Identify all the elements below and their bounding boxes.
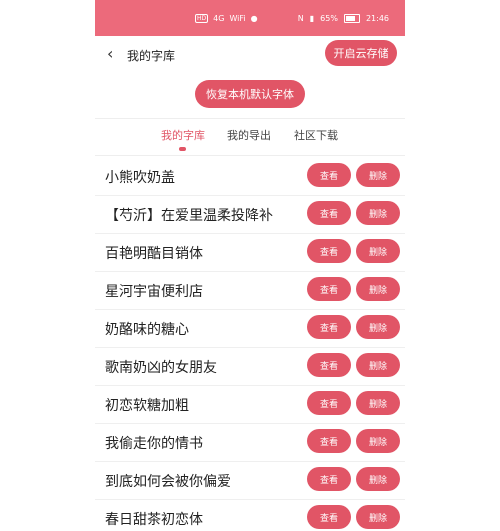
clock: 21:46 xyxy=(365,13,389,23)
vibrate-icon: ▮ xyxy=(309,13,315,23)
delete-button[interactable]: 删除 xyxy=(356,353,400,377)
hd-badge: HD xyxy=(195,13,209,23)
font-name: 星河宇宙便利店 xyxy=(105,284,203,300)
font-name: 奶酪味的糖心 xyxy=(105,322,189,338)
font-row: 到底如何会被你偏爱 查看 删除 xyxy=(95,462,405,500)
view-button[interactable]: 查看 xyxy=(307,429,351,453)
tab-my-fonts[interactable]: 我的字库 xyxy=(161,127,205,143)
delete-button[interactable]: 删除 xyxy=(356,201,400,225)
view-button[interactable]: 查看 xyxy=(307,467,351,491)
signal-icon: 4G xyxy=(213,13,225,23)
app-screen: HD 4G WiFi ● N ▮ 65% 21:46 ‹ 我的字库 开启云存储 … xyxy=(95,0,405,531)
font-row: 星河宇宙便利店 查看 删除 xyxy=(95,272,405,310)
font-name: 到底如何会被你偏爱 xyxy=(105,474,231,490)
delete-button[interactable]: 删除 xyxy=(356,163,400,187)
active-tab-indicator xyxy=(179,147,186,151)
delete-button[interactable]: 删除 xyxy=(356,467,400,491)
view-button[interactable]: 查看 xyxy=(307,353,351,377)
font-row: 奶酪味的糖心 查看 删除 xyxy=(95,310,405,348)
battery-percent: 65% xyxy=(320,13,338,23)
font-name: 小熊吹奶盖 xyxy=(105,170,175,186)
delete-button[interactable]: 删除 xyxy=(356,391,400,415)
font-row: 小熊吹奶盖 查看 删除 xyxy=(95,158,405,196)
font-name: 春日甜茶初恋体 xyxy=(105,512,203,528)
view-button[interactable]: 查看 xyxy=(307,277,351,301)
status-bar: HD 4G WiFi ● N ▮ 65% 21:46 xyxy=(95,0,405,36)
view-button[interactable]: 查看 xyxy=(307,201,351,225)
font-name: 我偷走你的情书 xyxy=(105,436,203,452)
cloud-storage-button[interactable]: 开启云存储 xyxy=(325,40,397,66)
tab-my-exports[interactable]: 我的导出 xyxy=(227,127,271,143)
font-name: 初恋软糖加粗 xyxy=(105,398,189,414)
tab-community-downloads[interactable]: 社区下载 xyxy=(294,127,338,143)
delete-button[interactable]: 删除 xyxy=(356,239,400,263)
page-title: 我的字库 xyxy=(127,49,176,63)
view-button[interactable]: 查看 xyxy=(307,163,351,187)
battery-icon xyxy=(343,13,360,23)
restore-default-font-button[interactable]: 恢复本机默认字体 xyxy=(195,80,305,108)
font-row: 【芍沂】在爱里温柔投降补 查看 删除 xyxy=(95,196,405,234)
delete-button[interactable]: 删除 xyxy=(356,277,400,301)
nfc-icon: N xyxy=(297,13,304,23)
chevron-left-icon[interactable]: ‹ xyxy=(107,46,113,62)
top-bar: ‹ 我的字库 开启云存储 xyxy=(95,36,405,74)
font-row: 百艳明酷目销体 查看 删除 xyxy=(95,234,405,272)
tab-bar: 我的字库 我的导出 社区下载 xyxy=(95,118,405,156)
delete-button[interactable]: 删除 xyxy=(356,505,400,529)
wifi-icon: WiFi xyxy=(229,13,246,23)
view-button[interactable]: 查看 xyxy=(307,315,351,339)
view-button[interactable]: 查看 xyxy=(307,391,351,415)
font-row: 我偷走你的情书 查看 删除 xyxy=(95,424,405,462)
font-name: 【芍沂】在爱里温柔投降补 xyxy=(105,208,273,224)
font-row: 春日甜茶初恋体 查看 删除 xyxy=(95,500,405,531)
view-button[interactable]: 查看 xyxy=(307,505,351,529)
font-row: 初恋软糖加粗 查看 删除 xyxy=(95,386,405,424)
delete-button[interactable]: 删除 xyxy=(356,315,400,339)
delete-button[interactable]: 删除 xyxy=(356,429,400,453)
font-row: 歌南奶凶的女朋友 查看 删除 xyxy=(95,348,405,386)
font-name: 百艳明酷目销体 xyxy=(105,246,203,262)
font-list: 小熊吹奶盖 查看 删除 【芍沂】在爱里温柔投降补 查看 删除 百艳明酷目销体 查… xyxy=(95,158,405,531)
view-button[interactable]: 查看 xyxy=(307,239,351,263)
font-name: 歌南奶凶的女朋友 xyxy=(105,360,217,376)
qq-icon: ● xyxy=(250,13,258,23)
